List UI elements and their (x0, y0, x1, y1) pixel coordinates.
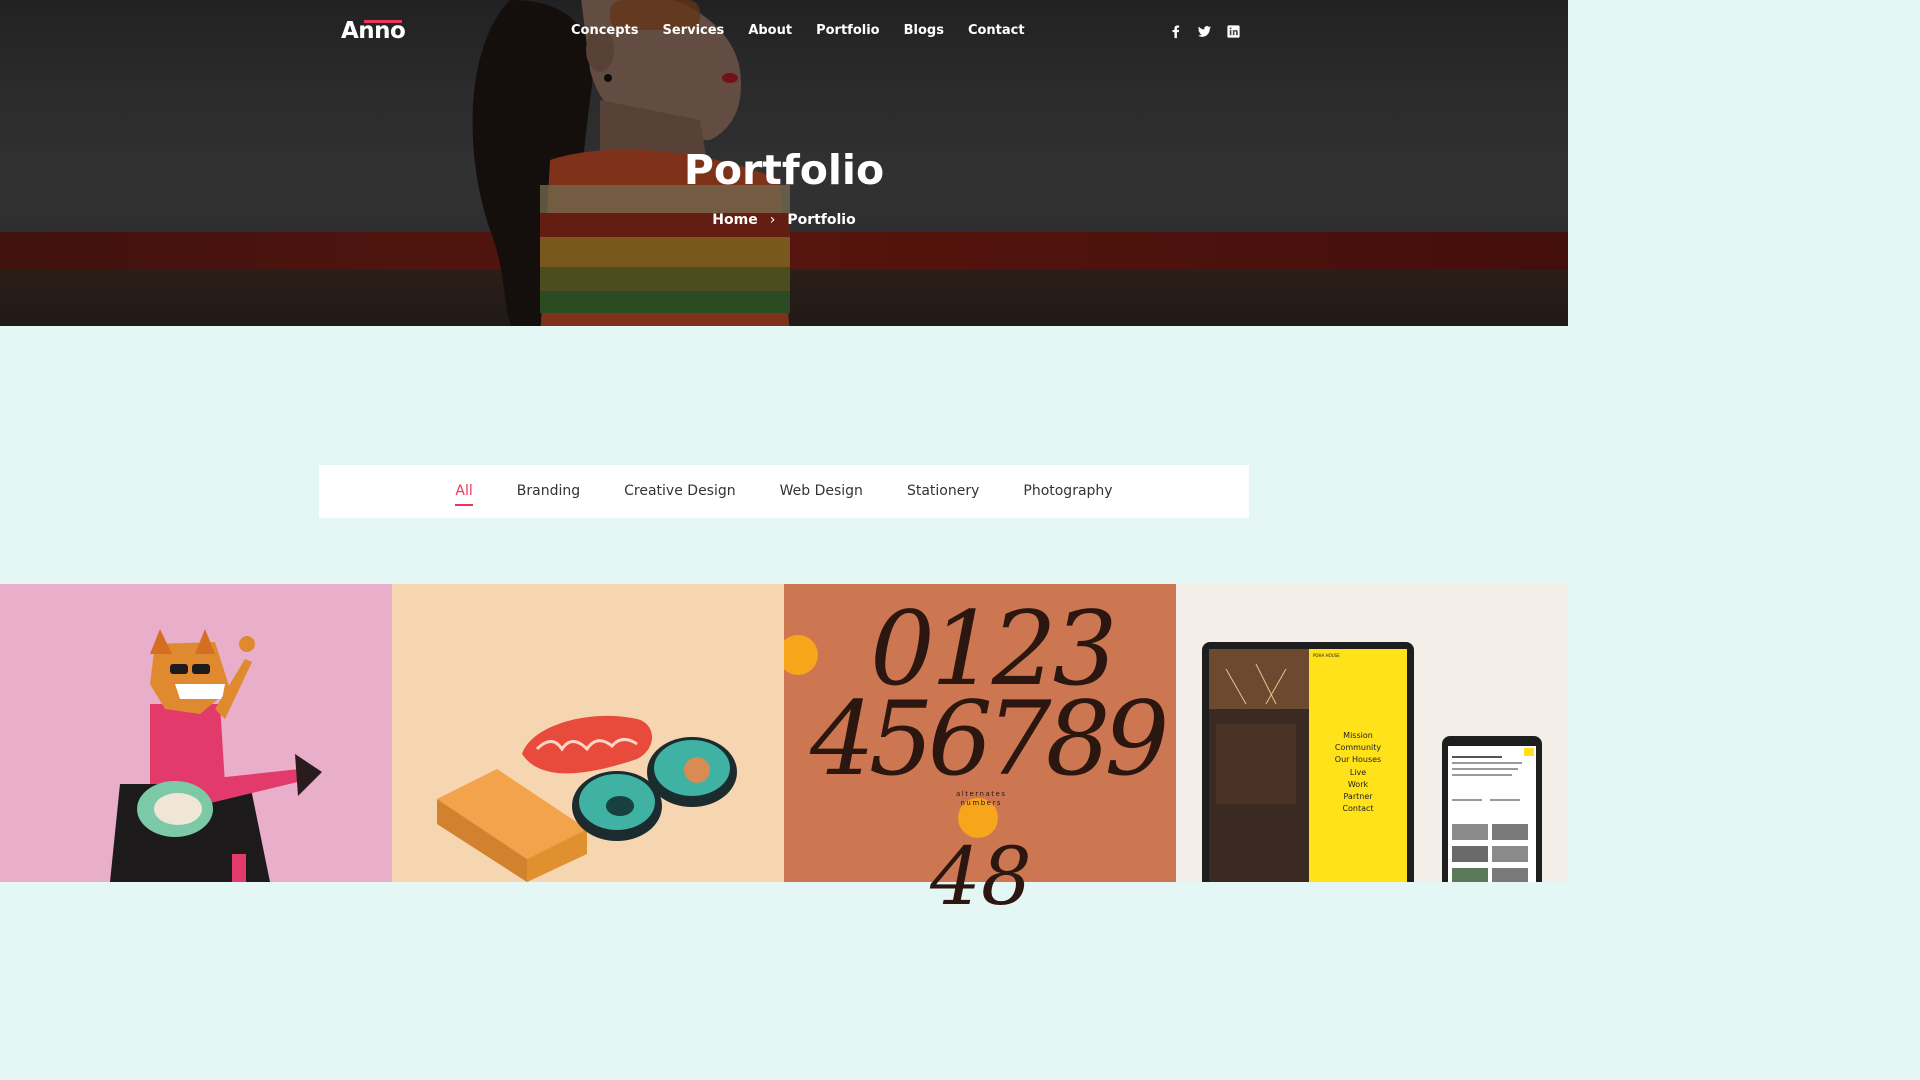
page-title: Portfolio (683, 146, 885, 194)
nav-services[interactable]: Services (663, 23, 725, 38)
portfolio-tile-rocker[interactable] (0, 584, 392, 882)
breadcrumb-home[interactable]: Home (712, 212, 757, 228)
typography-digits-line3: 48 (930, 830, 1032, 923)
poha-menu-mission: Mission (1343, 731, 1373, 740)
nav-concepts[interactable]: Concepts (571, 23, 639, 38)
rocker-character-image (0, 584, 392, 882)
poha-menu-work: Work (1347, 779, 1369, 789)
portfolio-tile-sushi[interactable] (392, 584, 784, 882)
nav-about[interactable]: About (748, 23, 792, 38)
poha-menu-partner: Partner (1343, 792, 1373, 802)
nav-blogs[interactable]: Blogs (904, 23, 944, 38)
linkedin-icon[interactable] (1226, 24, 1241, 39)
poha-menu-contact: Contact (1342, 804, 1374, 814)
filter-branding[interactable]: Branding (517, 483, 580, 501)
twitter-icon[interactable] (1197, 24, 1212, 39)
social-links (1168, 24, 1241, 39)
filter-creative-design[interactable]: Creative Design (624, 483, 735, 501)
filter-stationery[interactable]: Stationery (907, 483, 979, 501)
filter-web-design[interactable]: Web Design (780, 483, 863, 501)
sushi-avocado-image (392, 584, 784, 882)
logo-accent (364, 20, 402, 23)
main-nav: Concepts Services About Portfolio Blogs … (571, 23, 1049, 38)
breadcrumb-current: Portfolio (787, 212, 856, 228)
breadcrumb-separator: › (769, 212, 776, 228)
facebook-icon[interactable] (1168, 24, 1183, 39)
breadcrumb: Home › Portfolio (0, 212, 1568, 228)
typography-caption-line1: alternates (956, 790, 1007, 798)
poha-house-menu: Mission Community Our Houses Live Work P… (1309, 730, 1407, 815)
nav-contact[interactable]: Contact (968, 23, 1025, 38)
portfolio-tile-poha-house[interactable]: POHA HOUSE Mission Community Our Houses … (1176, 584, 1568, 882)
portfolio-filter-bar: All Branding Creative Design Web Design … (319, 465, 1249, 518)
nav-portfolio[interactable]: Portfolio (816, 23, 880, 38)
typography-caption: alternates numbers (956, 790, 1006, 808)
typography-digits-line2: 456789 (810, 680, 1169, 799)
poha-menu-community: Community (1334, 743, 1382, 753)
filter-photography[interactable]: Photography (1023, 483, 1112, 501)
typography-caption-line2: numbers (960, 799, 1002, 807)
filter-all[interactable]: All (455, 483, 474, 506)
poha-menu-our-houses: Our Houses (1334, 755, 1382, 765)
poha-house-brand: POHA HOUSE (1313, 653, 1340, 658)
poha-menu-live: Live (1349, 767, 1367, 777)
